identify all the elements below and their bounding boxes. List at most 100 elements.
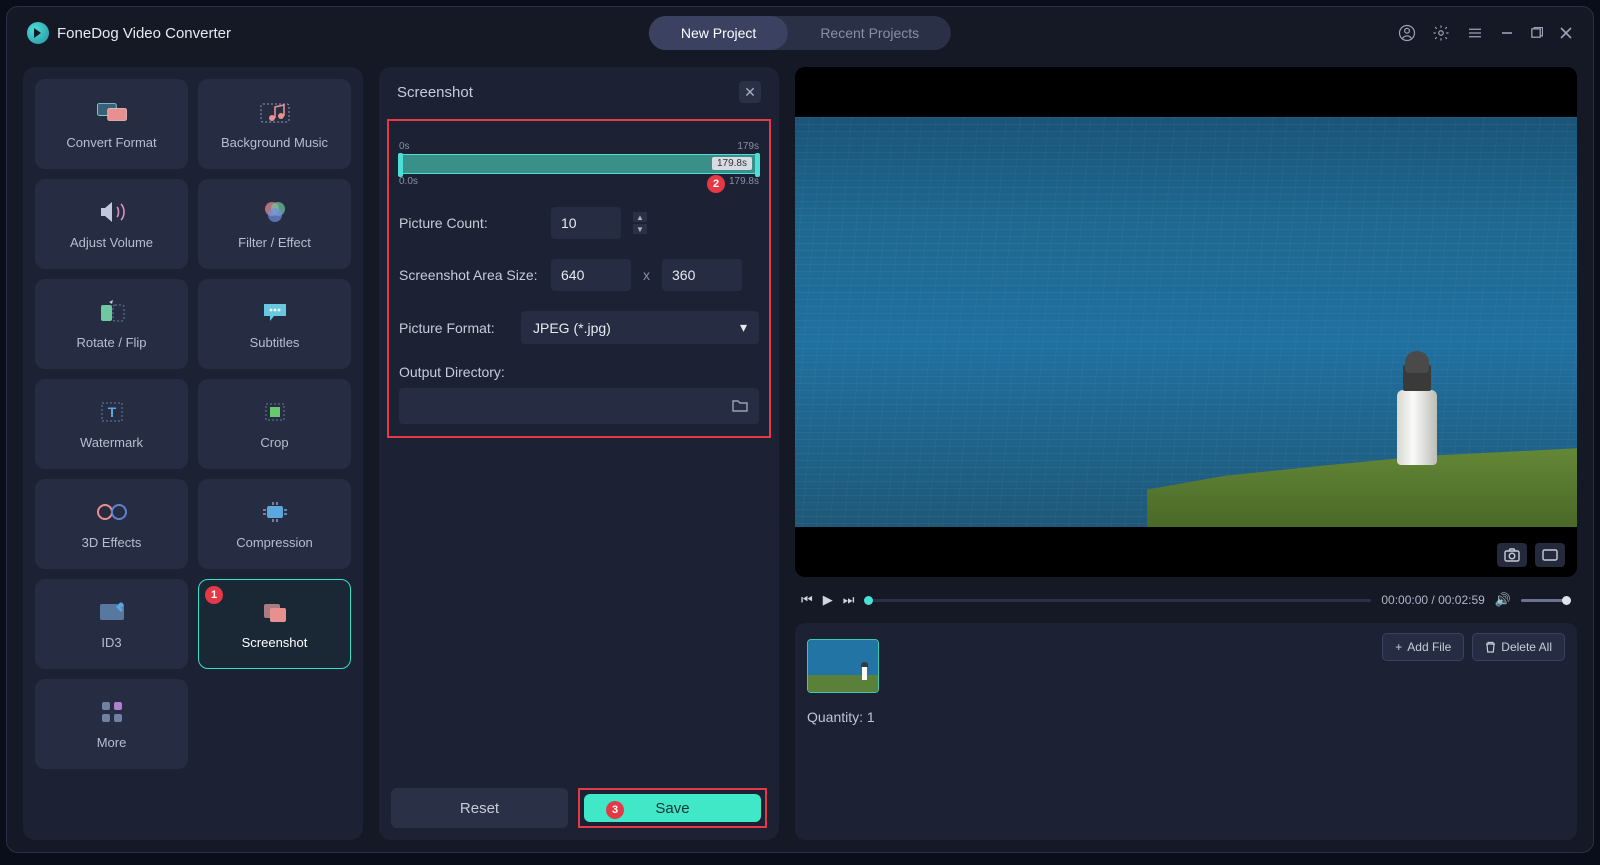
tool-more[interactable]: More xyxy=(35,679,188,769)
tool-label: Rotate / Flip xyxy=(76,335,146,350)
svg-text:T: T xyxy=(107,404,116,420)
outdir-input[interactable] xyxy=(399,388,759,424)
tool-label: Crop xyxy=(260,435,288,450)
app-logo: FoneDog Video Converter xyxy=(27,22,231,44)
format-value: JPEG (*.jpg) xyxy=(533,320,611,336)
annotation-badge-3: 3 xyxy=(606,801,624,819)
picture-count-row: Picture Count: ▲▼ xyxy=(399,207,759,239)
account-icon[interactable] xyxy=(1398,24,1416,42)
play-button[interactable]: ▶ xyxy=(823,592,833,608)
3d-effects-icon xyxy=(95,499,129,525)
time-range: 0s 179s 179.8s 0.0s 179.8s xyxy=(399,141,759,187)
tool-label: Adjust Volume xyxy=(70,235,153,250)
format-label: Picture Format: xyxy=(399,320,509,336)
folder-icon[interactable] xyxy=(731,398,749,414)
tool-rotate-flip[interactable]: Rotate / Flip xyxy=(35,279,188,369)
tool-label: Background Music xyxy=(221,135,328,150)
video-preview xyxy=(795,67,1577,577)
add-file-button[interactable]: +Add File xyxy=(1382,633,1464,661)
tab-recent-projects[interactable]: Recent Projects xyxy=(788,16,951,50)
tool-3d-effects[interactable]: 3D Effects xyxy=(35,479,188,569)
tool-label: Subtitles xyxy=(250,335,300,350)
area-height-input[interactable] xyxy=(662,259,742,291)
minimize-icon[interactable] xyxy=(1500,26,1514,40)
tool-watermark[interactable]: T Watermark xyxy=(35,379,188,469)
tool-convert-format[interactable]: Convert Format xyxy=(35,79,188,169)
next-button[interactable]: ⏭ xyxy=(843,592,855,608)
format-select[interactable]: JPEG (*.jpg) ▾ xyxy=(521,311,759,344)
area-size-row: Screenshot Area Size: x xyxy=(399,259,759,291)
file-thumbnail[interactable] xyxy=(807,639,879,693)
progress-handle[interactable] xyxy=(864,596,873,605)
panel-header: Screenshot ✕ xyxy=(379,67,779,113)
range-start-bottom: 0.0s xyxy=(399,176,418,187)
range-track[interactable]: 179.8s xyxy=(399,154,759,174)
file-list: +Add File Delete All Quantity: 1 xyxy=(795,623,1577,840)
app-body: Convert Format Background Music Adjust V… xyxy=(7,59,1593,852)
fullscreen-icon[interactable] xyxy=(1535,543,1565,567)
filter-effect-icon xyxy=(258,199,292,225)
screenshot-icon xyxy=(258,599,292,625)
adjust-volume-icon xyxy=(95,199,129,225)
outdir-label: Output Directory: xyxy=(399,364,759,380)
player-bar: ⏮ ▶ ⏭ 00:00:00 / 00:02:59 🔊 xyxy=(795,587,1577,613)
tool-filter-effect[interactable]: Filter / Effect xyxy=(198,179,351,269)
tool-screenshot[interactable]: 1 Screenshot xyxy=(198,579,351,669)
maximize-icon[interactable] xyxy=(1530,27,1543,40)
tab-new-project[interactable]: New Project xyxy=(649,16,788,50)
logo-icon xyxy=(27,22,49,44)
volume-slider[interactable] xyxy=(1521,599,1571,602)
range-end-bottom: 179.8s xyxy=(729,176,759,187)
more-icon xyxy=(95,699,129,725)
range-handle-end[interactable] xyxy=(755,153,760,177)
panel-title: Screenshot xyxy=(397,84,473,101)
panel-buttons: Reset 3 Save xyxy=(391,788,767,828)
tool-id3[interactable]: ID3 xyxy=(35,579,188,669)
range-handle-start[interactable] xyxy=(398,153,403,177)
close-icon[interactable] xyxy=(1559,26,1573,40)
tool-label: Screenshot xyxy=(242,635,308,650)
titlebar: FoneDog Video Converter New Project Rece… xyxy=(7,7,1593,59)
tool-sidebar: Convert Format Background Music Adjust V… xyxy=(23,67,363,840)
settings-icon[interactable] xyxy=(1432,24,1450,42)
tool-label: Convert Format xyxy=(66,135,156,150)
project-tabs: New Project Recent Projects xyxy=(649,16,951,50)
tool-subtitles[interactable]: Subtitles xyxy=(198,279,351,369)
quantity-label: Quantity: xyxy=(807,709,863,725)
background-music-icon xyxy=(258,99,292,125)
reset-button[interactable]: Reset xyxy=(391,788,568,828)
tool-label: More xyxy=(97,735,127,750)
menu-icon[interactable] xyxy=(1466,24,1484,42)
tool-adjust-volume[interactable]: Adjust Volume xyxy=(35,179,188,269)
panel-close-button[interactable]: ✕ xyxy=(739,81,761,103)
tool-label: 3D Effects xyxy=(82,535,142,550)
crop-icon xyxy=(258,399,292,425)
snapshot-icon[interactable] xyxy=(1497,543,1527,567)
quantity-value: 1 xyxy=(867,709,875,725)
area-width-input[interactable] xyxy=(551,259,631,291)
tool-crop[interactable]: Crop xyxy=(198,379,351,469)
stepper-up[interactable]: ▲ xyxy=(633,212,647,222)
progress-bar[interactable] xyxy=(864,599,1371,602)
picture-count-stepper: ▲▼ xyxy=(633,212,647,234)
quantity-display: Quantity: 1 xyxy=(807,709,1565,725)
rotate-flip-icon xyxy=(95,299,129,325)
compression-icon xyxy=(258,499,292,525)
tool-compression[interactable]: Compression xyxy=(198,479,351,569)
area-size-separator: x xyxy=(643,267,650,283)
range-start-top: 0s xyxy=(399,141,410,152)
prev-button[interactable]: ⏮ xyxy=(801,592,813,608)
tool-background-music[interactable]: Background Music xyxy=(198,79,351,169)
picture-count-label: Picture Count: xyxy=(399,215,539,231)
file-list-actions: +Add File Delete All xyxy=(1382,633,1565,661)
delete-all-button[interactable]: Delete All xyxy=(1472,633,1565,661)
app-title: FoneDog Video Converter xyxy=(57,25,231,42)
volume-icon[interactable]: 🔊 xyxy=(1495,592,1511,608)
tool-label: Watermark xyxy=(80,435,143,450)
picture-count-input[interactable] xyxy=(551,207,621,239)
stepper-down[interactable]: ▼ xyxy=(633,224,647,234)
range-end-top: 179s xyxy=(737,141,759,152)
preview-overlay-buttons xyxy=(1497,543,1565,567)
tool-label: Filter / Effect xyxy=(238,235,311,250)
range-tag: 179.8s xyxy=(712,157,752,170)
